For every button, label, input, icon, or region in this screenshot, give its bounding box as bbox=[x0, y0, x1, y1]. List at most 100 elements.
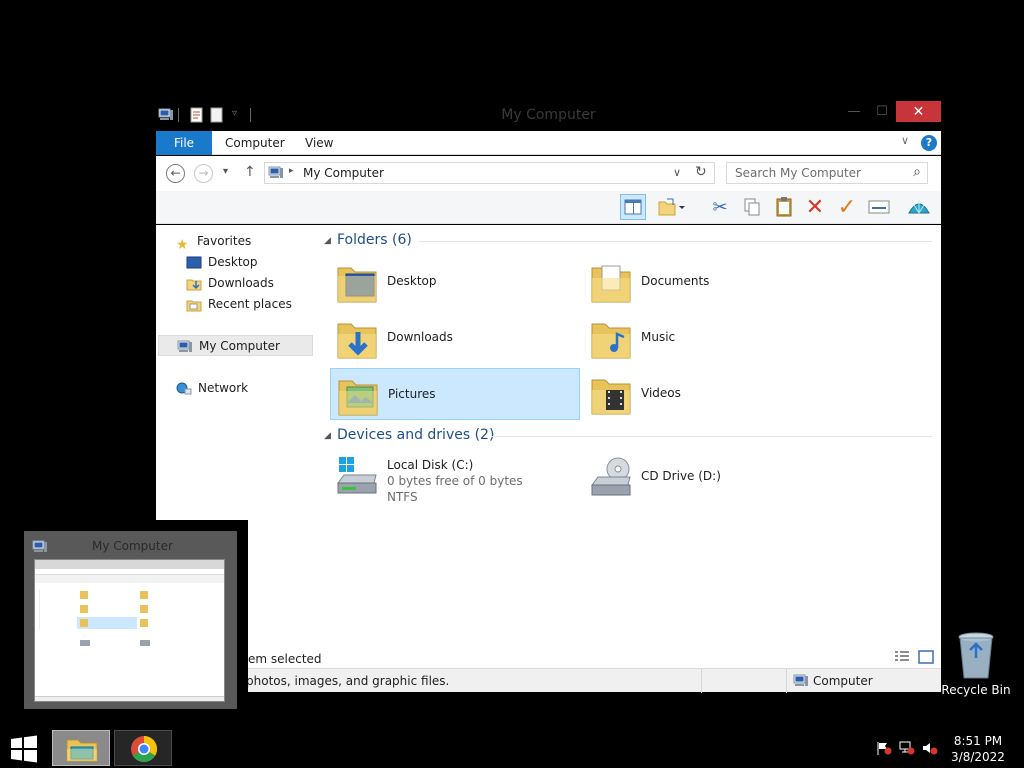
address-dropdown-button[interactable]: ∨ bbox=[673, 166, 681, 179]
computer-icon bbox=[268, 166, 283, 178]
drive-name: Local Disk (C:) bbox=[387, 458, 474, 472]
group-divider bbox=[418, 241, 932, 242]
collapse-folders-icon[interactable]: ◢ bbox=[324, 236, 331, 246]
explorer-window: ▿ My Computer — ☐ ✕ File Computer View ∨… bbox=[156, 100, 941, 693]
folder-label: Music bbox=[641, 330, 676, 344]
up-button[interactable]: ↑ bbox=[244, 164, 256, 180]
file-explorer-icon bbox=[66, 739, 98, 762]
details-view-icon[interactable] bbox=[894, 650, 910, 664]
tab-file[interactable]: File bbox=[156, 131, 212, 155]
search-input[interactable]: Search My Computer ⌕ bbox=[726, 162, 928, 184]
details-location: Computer bbox=[813, 674, 873, 688]
nav-network[interactable]: Network bbox=[176, 378, 248, 399]
taskbar-chrome-button[interactable] bbox=[114, 730, 172, 766]
nav-downloads[interactable]: Downloads bbox=[186, 273, 274, 294]
recent-locations-button[interactable]: ▾ bbox=[223, 166, 228, 177]
system-clock[interactable]: 8:51 PM 3/8/2022 bbox=[948, 733, 1008, 765]
maximize-button[interactable]: ☐ bbox=[872, 101, 892, 122]
separator bbox=[786, 669, 787, 693]
thumbnail-toolbar bbox=[35, 575, 224, 583]
thumbnail-drive bbox=[80, 640, 90, 646]
network-shell-button[interactable] bbox=[906, 194, 932, 220]
help-button[interactable]: ? bbox=[921, 135, 937, 151]
folder-tile-downloads[interactable]: Downloads bbox=[330, 312, 580, 364]
search-icon[interactable]: ⌕ bbox=[913, 164, 921, 180]
shell-icon bbox=[908, 200, 930, 214]
chrome-icon bbox=[131, 735, 158, 763]
desktop-folder-icon bbox=[337, 267, 377, 303]
thumbnail-folder bbox=[140, 619, 148, 627]
separator bbox=[701, 669, 702, 693]
paste-button[interactable] bbox=[771, 194, 797, 220]
drive-tile-local-disk[interactable]: Local Disk (C:) 0 bytes free of 0 bytes … bbox=[330, 451, 580, 507]
taskbar: 8:51 PM 3/8/2022 bbox=[0, 728, 1024, 768]
tab-computer[interactable]: Computer bbox=[214, 131, 296, 155]
folder-tile-desktop[interactable]: Desktop bbox=[330, 256, 580, 308]
drive-tile-cd[interactable]: CD Drive (D:) bbox=[584, 451, 834, 507]
preview-pane-button[interactable] bbox=[620, 194, 646, 220]
minimize-button[interactable]: — bbox=[844, 101, 864, 122]
breadcrumb-my-computer[interactable]: My Computer bbox=[303, 166, 384, 180]
rename-button[interactable]: ✓ bbox=[834, 194, 860, 220]
recycle-bin-icon bbox=[958, 632, 994, 679]
recent-places-icon bbox=[186, 300, 202, 311]
volume-muted-icon[interactable] bbox=[922, 741, 938, 755]
folder-tile-pictures[interactable]: Pictures bbox=[330, 368, 580, 420]
nav-my-computer[interactable]: My Computer bbox=[158, 335, 313, 356]
nav-favorites-label: Favorites bbox=[197, 234, 252, 248]
folder-tile-documents[interactable]: Documents bbox=[584, 256, 834, 308]
window-title: My Computer bbox=[501, 107, 596, 123]
cd-drive-icon bbox=[591, 457, 631, 496]
thumbnail-folder bbox=[140, 605, 148, 613]
cut-button[interactable]: ✂ bbox=[707, 194, 733, 220]
nav-desktop[interactable]: Desktop bbox=[186, 252, 258, 273]
action-center-flag-icon[interactable] bbox=[876, 741, 892, 755]
taskbar-file-explorer-button[interactable] bbox=[52, 730, 110, 766]
drive-free-space: 0 bytes free of 0 bytes bbox=[387, 474, 523, 488]
paste-icon bbox=[776, 197, 792, 217]
ribbon-tabs: File Computer View ∨ ? bbox=[156, 131, 941, 155]
delete-button[interactable]: ✕ bbox=[802, 194, 828, 220]
tab-view[interactable]: View bbox=[294, 131, 344, 155]
drives-group-header[interactable]: Devices and drives (2) bbox=[337, 427, 494, 443]
folders-group-header[interactable]: Folders (6) bbox=[337, 232, 412, 248]
thumbnail-folder bbox=[80, 619, 88, 627]
computer-icon bbox=[177, 340, 192, 352]
folder-tile-music[interactable]: Music bbox=[584, 312, 834, 364]
clock-time: 8:51 PM bbox=[953, 734, 1003, 748]
view-options-button[interactable] bbox=[656, 194, 688, 220]
breadcrumb-separator[interactable]: ▸ bbox=[289, 166, 294, 176]
folder-options-icon bbox=[658, 198, 685, 216]
taskbar-thumbnail-preview[interactable]: My Computer bbox=[0, 520, 248, 720]
windows-start-icon[interactable] bbox=[10, 735, 38, 763]
thumbnail-folder bbox=[140, 591, 148, 599]
nav-recent-places[interactable]: Recent places bbox=[186, 294, 292, 315]
close-button[interactable]: ✕ bbox=[896, 101, 941, 122]
folder-tile-videos[interactable]: Videos bbox=[584, 368, 834, 420]
large-icons-view-icon[interactable] bbox=[918, 650, 934, 664]
preview-pane-icon bbox=[624, 199, 642, 215]
command-toolbar: ✂ ✕ ✓ bbox=[156, 191, 941, 224]
back-button[interactable]: ← bbox=[166, 164, 185, 183]
recycle-bin-shortcut[interactable]: Recycle Bin bbox=[941, 632, 1011, 702]
thumbnail-frame: My Computer bbox=[24, 531, 237, 709]
collapse-drives-icon[interactable]: ◢ bbox=[324, 431, 331, 441]
network-status-icon[interactable] bbox=[899, 741, 915, 755]
details-description: photos, images, and graphic files. bbox=[246, 674, 450, 688]
refresh-button[interactable]: ↻ bbox=[695, 164, 707, 180]
pictures-folder-icon bbox=[338, 380, 378, 416]
scissors-icon: ✂ bbox=[712, 196, 728, 218]
title-bar[interactable]: ▿ My Computer — ☐ ✕ bbox=[156, 100, 941, 131]
expand-ribbon-button[interactable]: ∨ bbox=[901, 134, 909, 147]
properties-button[interactable] bbox=[866, 194, 892, 220]
thumbnail-statusbar bbox=[35, 696, 224, 701]
address-bar[interactable]: ▸ My Computer ∨ ↻ bbox=[264, 162, 715, 184]
thumbnail-folder bbox=[80, 591, 88, 599]
copy-button[interactable] bbox=[739, 194, 765, 220]
star-icon: ★ bbox=[176, 236, 189, 253]
computer-icon bbox=[793, 674, 808, 686]
content-area: ★ Favorites Desktop Downloads Recent plac… bbox=[156, 225, 941, 655]
folder-label: Documents bbox=[641, 274, 710, 288]
forward-button[interactable]: → bbox=[194, 164, 213, 183]
nav-favorites[interactable]: ★ Favorites bbox=[176, 231, 252, 253]
